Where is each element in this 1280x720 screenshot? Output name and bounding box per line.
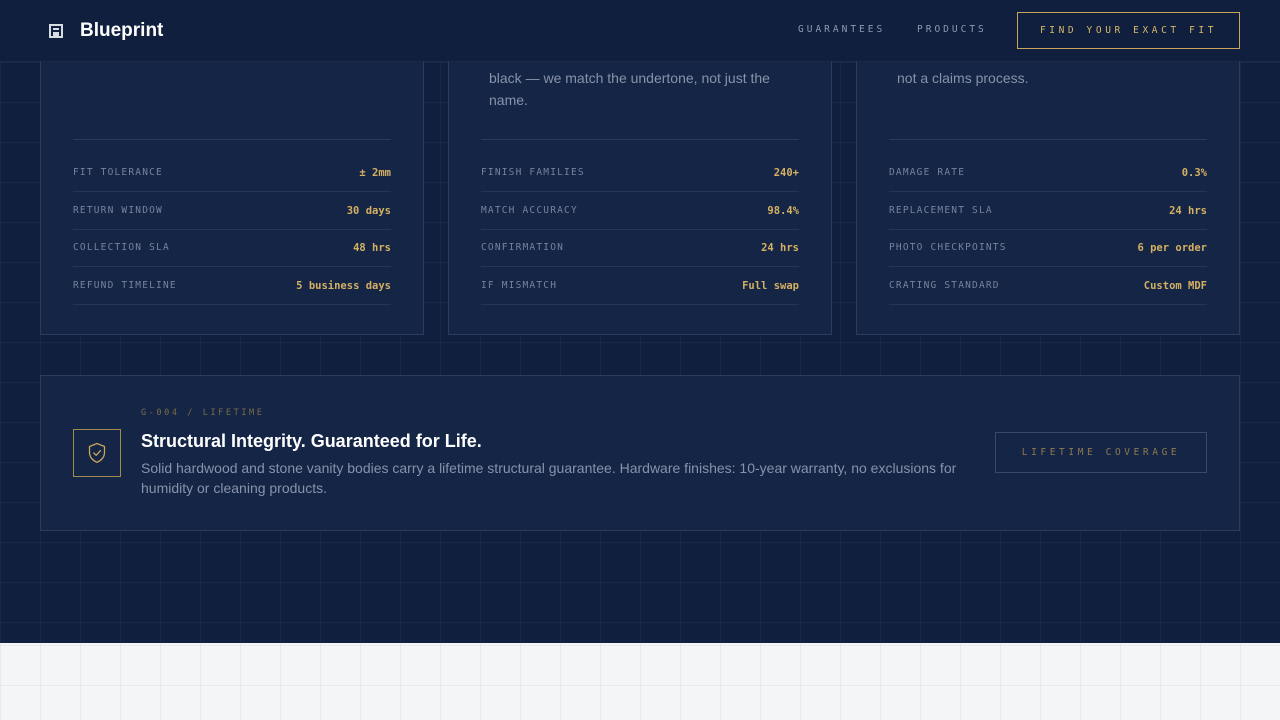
spec-label: MATCH ACCURACY	[481, 205, 578, 216]
shield-check-icon-svg	[88, 442, 106, 463]
lifetime-guarantee-banner: G-004 / LIFETIME Structural Integrity. G…	[40, 375, 1240, 531]
find-exact-fit-button[interactable]: FIND YOUR EXACT FIT	[1017, 12, 1240, 49]
card-divider	[889, 139, 1207, 140]
spec-row: FINISH FAMILIES 240+	[481, 154, 799, 192]
spec-value: 240+	[773, 166, 799, 179]
spec-label: REFUND TIMELINE	[73, 280, 177, 291]
blueprint-logo-icon	[49, 24, 63, 38]
spec-row: REFUND TIMELINE 5 business days	[73, 267, 391, 305]
spec-label: CONFIRMATION	[481, 242, 565, 253]
spec-value: Custom MDF	[1143, 279, 1207, 292]
spec-label: FIT TOLERANCE	[73, 167, 163, 178]
card-divider	[73, 139, 391, 140]
nav-guarantees[interactable]: GUARANTEES	[798, 24, 885, 36]
spec-value: 48 hrs	[353, 241, 391, 254]
spec-value: Full swap	[742, 279, 799, 292]
spec-row: IF MISMATCH Full swap	[481, 267, 799, 305]
nav-products[interactable]: PRODUCTS	[917, 24, 987, 36]
guarantees-section: FIT TOLERANCE ± 2mm RETURN WINDOW 30 day…	[0, 0, 1280, 643]
spec-row: RETURN WINDOW 30 days	[73, 192, 391, 230]
spec-value: 24 hrs	[1169, 204, 1207, 217]
spec-row: FIT TOLERANCE ± 2mm	[73, 154, 391, 192]
spec-row: PHOTO CHECKPOINTS 6 per order	[889, 229, 1207, 267]
spec-value: 6 per order	[1137, 241, 1207, 254]
card-description: not a claims process.	[897, 70, 1029, 86]
spec-label: COLLECTION SLA	[73, 242, 170, 253]
spec-value: 0.3%	[1181, 166, 1207, 179]
spec-label: CRATING STANDARD	[889, 280, 1000, 291]
spec-row: DAMAGE RATE 0.3%	[889, 154, 1207, 192]
banner-description: Solid hardwood and stone vanity bodies c…	[141, 460, 957, 496]
site-header: Blueprint GUARANTEES PRODUCTS FIND YOUR …	[0, 0, 1280, 62]
brand-logo[interactable]: Blueprint	[49, 19, 163, 43]
spec-label: RETURN WINDOW	[73, 205, 163, 216]
card-divider	[481, 139, 799, 140]
spec-value: 98.4%	[767, 204, 799, 217]
spec-label: IF MISMATCH	[481, 280, 558, 291]
spec-row: COLLECTION SLA 48 hrs	[73, 229, 391, 267]
spec-row: MATCH ACCURACY 98.4%	[481, 192, 799, 230]
spec-label: REPLACEMENT SLA	[889, 205, 993, 216]
spec-label: DAMAGE RATE	[889, 167, 966, 178]
spec-label: FINISH FAMILIES	[481, 167, 585, 178]
spec-value: 30 days	[346, 204, 391, 217]
spec-value: 24 hrs	[761, 241, 799, 254]
spec-row: REPLACEMENT SLA 24 hrs	[889, 192, 1207, 230]
spec-value: 5 business days	[296, 279, 391, 292]
next-section	[0, 643, 1280, 720]
lifetime-coverage-button[interactable]: LIFETIME COVERAGE	[995, 432, 1207, 473]
brand-name: Blueprint	[80, 20, 164, 41]
spec-value: ± 2mm	[359, 166, 391, 179]
spec-label: PHOTO CHECKPOINTS	[889, 242, 1007, 253]
shield-check-icon	[73, 429, 121, 477]
spec-row: CRATING STANDARD Custom MDF	[889, 267, 1207, 305]
card-description: black — we match the undertone, not just…	[489, 70, 770, 108]
banner-title: Structural Integrity. Guaranteed for Lif…	[141, 431, 482, 451]
guarantee-code: G-004 / LIFETIME	[141, 408, 265, 418]
spec-row: CONFIRMATION 24 hrs	[481, 229, 799, 267]
